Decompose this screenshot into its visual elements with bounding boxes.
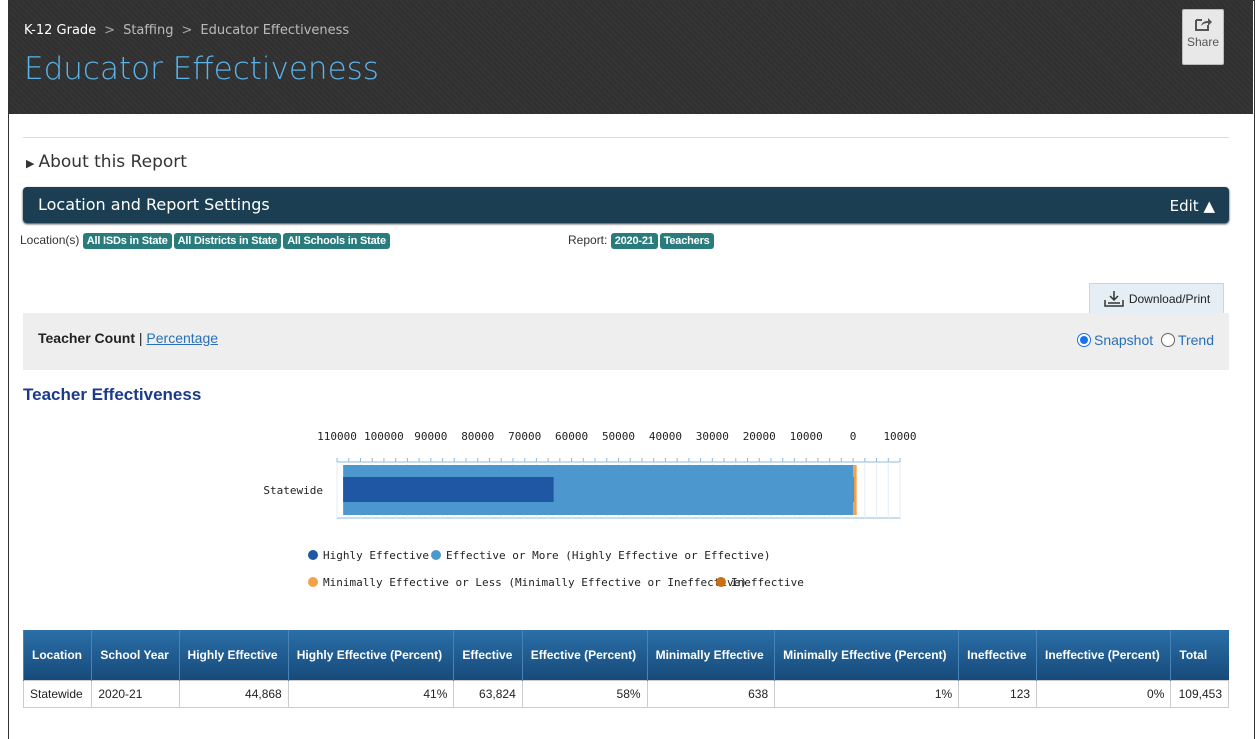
about-label: About this Report [38, 152, 187, 172]
locations-label: Location(s) [20, 233, 80, 247]
x-tick-label: 40000 [649, 430, 682, 443]
settings-title: Location and Report Settings [38, 195, 270, 214]
download-label: Download/Print [1128, 291, 1211, 306]
breadcrumb-item[interactable]: Staffing [123, 23, 173, 38]
trend-label[interactable]: Trend [1178, 332, 1214, 348]
view-toolbar: Teacher Count | Percentage Snapshot Tren… [23, 313, 1229, 370]
x-tick-label: 80000 [461, 430, 494, 443]
legend-swatch [308, 550, 318, 560]
divider [23, 137, 1229, 138]
column-header[interactable]: Effective (Percent) [521, 630, 648, 681]
legend-swatch [716, 577, 726, 587]
x-tick-label: 90000 [414, 430, 447, 443]
download-print-button[interactable]: Download/Print [1089, 283, 1224, 314]
download-icon [1104, 290, 1124, 307]
edit-button[interactable]: Edit ▲ [1170, 197, 1215, 215]
table-row: Statewide 2020-21 44,868 41% 63,824 58% 638 1% 1… [22, 680, 1229, 708]
table-cell: 63,824 [453, 680, 523, 708]
page-header: K-12 Grade > Staffing > Educator Effectivene… [9, 1, 1253, 114]
table-header-row: Location School Year Highly Effective Highl… [22, 630, 1229, 681]
snapshot-label[interactable]: Snapshot [1094, 332, 1153, 348]
page-title: Educator Effectiveness [24, 51, 379, 87]
effectiveness-table: Location School Year Highly Effective Highl… [22, 630, 1229, 708]
report-year-tag[interactable]: 2020-21 [610, 233, 658, 249]
column-header[interactable]: Location [22, 630, 92, 681]
report-type-tag[interactable]: Teachers [659, 233, 714, 249]
breadcrumb-item[interactable]: K-12 Grade [24, 23, 96, 38]
share-button[interactable]: Share [1182, 9, 1224, 65]
table-cell: 638 [646, 680, 776, 708]
x-tick-label: 70000 [508, 430, 541, 443]
share-label: Share [1186, 35, 1220, 49]
table-cell: 0% [1036, 680, 1172, 708]
breadcrumb: K-12 Grade > Staffing > Educator Effectivene… [24, 23, 349, 38]
table-cell: 2020-21 [91, 680, 180, 708]
share-icon [1195, 18, 1212, 31]
teacher-effectiveness-chart: 110000 100000 90000 80000 70000 60000 50000 400… [263, 430, 916, 589]
report-label: Report: [568, 233, 608, 247]
x-tick-label: 50000 [602, 430, 635, 443]
x-tick-label: 30000 [696, 430, 729, 443]
column-header[interactable]: Effective [453, 630, 523, 681]
trend-radio[interactable] [1160, 333, 1175, 347]
column-header[interactable]: Ineffective [958, 630, 1037, 681]
column-header[interactable]: Highly Effective [178, 630, 289, 681]
chart-title: Teacher Effectiveness [23, 385, 202, 404]
location-tag[interactable]: All ISDs in State [82, 233, 172, 249]
report-row: Report: 2020-21 Teachers [568, 233, 716, 249]
x-tick-label: 0 [850, 430, 857, 443]
column-header[interactable]: Ineffective (Percent) [1036, 630, 1171, 681]
x-tick-label: 20000 [743, 430, 776, 443]
table-cell: 123 [958, 680, 1038, 708]
location-tag[interactable]: All Districts in State [173, 233, 282, 249]
breadcrumb-item: Educator Effectiveness [200, 23, 350, 38]
legend-label: Ineffective [731, 576, 804, 589]
column-header[interactable]: Highly Effective (Percent) [287, 630, 454, 681]
x-tick-label: 110000 [317, 430, 357, 443]
table-cell: 109,453 [1170, 680, 1229, 708]
table-cell: 58% [521, 680, 648, 708]
caret-right-icon: ▶ [26, 157, 35, 170]
legend-label: Minimally Effective or Less (Minimally E… [323, 576, 747, 589]
column-header[interactable]: Minimally Effective (Percent) [774, 630, 959, 681]
x-tick-label: 10000 [790, 430, 823, 443]
settings-bar: Location and Report Settings Edit ▲ [23, 187, 1229, 223]
x-tick-label: 60000 [555, 430, 588, 443]
bar-ineffective [853, 477, 855, 502]
x-tick-label: 10000 [883, 430, 916, 443]
legend-label: Effective or More (Highly Effective or E… [446, 549, 771, 562]
measure-switch: Teacher Count | Percentage [38, 330, 219, 346]
table-cell: Statewide [22, 680, 93, 708]
column-header[interactable]: Minimally Effective [646, 630, 775, 681]
locations-row: Location(s) All ISDs in State All Distric… [20, 233, 392, 249]
table-cell: 1% [774, 680, 960, 708]
chevron-right-icon: > [104, 23, 116, 38]
about-report-toggle[interactable]: ▶ About this Report [26, 152, 187, 172]
table-cell: 41% [287, 680, 455, 708]
column-header[interactable]: Total [1170, 630, 1229, 681]
teacher-count-option[interactable]: Teacher Count [38, 330, 135, 346]
legend-swatch [308, 577, 318, 587]
table-cell: 44,868 [178, 680, 289, 708]
chevron-right-icon: > [181, 23, 193, 38]
location-tag[interactable]: All Schools in State [283, 233, 390, 249]
legend-label: Highly Effective [323, 549, 429, 562]
percentage-link[interactable]: Percentage [146, 330, 218, 346]
column-header[interactable]: School Year [91, 630, 180, 681]
x-tick-label: 100000 [364, 430, 404, 443]
legend-swatch [431, 550, 441, 560]
category-label: Statewide [263, 484, 323, 497]
view-mode-radios: Snapshot Trend [1076, 332, 1214, 348]
snapshot-radio[interactable] [1076, 333, 1091, 347]
bar-highly-effective [343, 477, 554, 502]
